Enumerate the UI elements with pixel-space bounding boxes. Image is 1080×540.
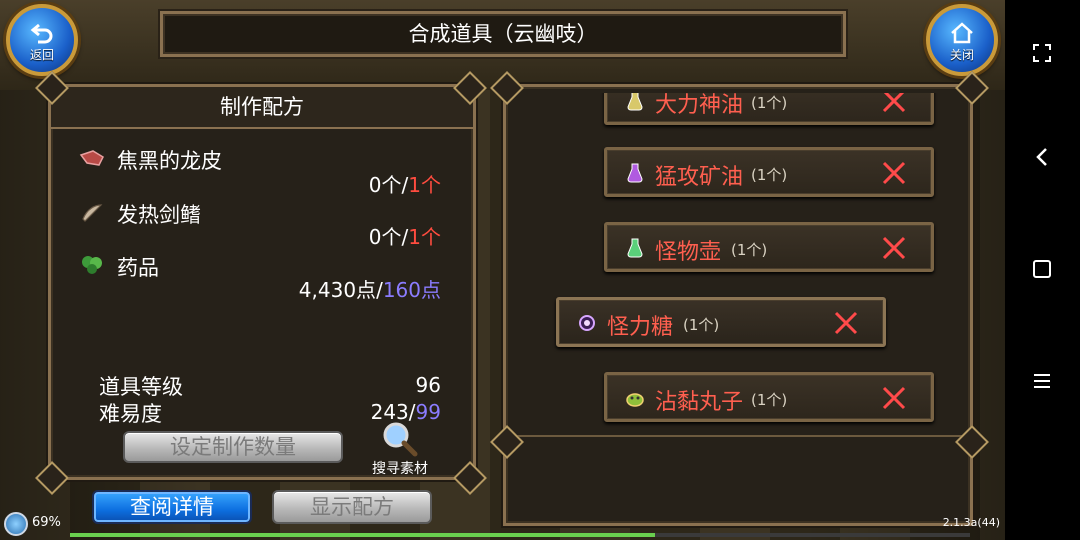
item-level-value: 96	[415, 373, 441, 397]
return-arrow-icon	[10, 22, 74, 48]
ingredient-count: (1个)	[683, 316, 720, 334]
list-item[interactable]: 怪物壶 (1个)	[604, 222, 934, 272]
material-name: 焦黑的龙皮	[117, 149, 222, 173]
material-name: 发热剑鳍	[117, 203, 201, 227]
ingredient-name: 怪力糖	[607, 315, 674, 340]
ingredient-list-panel: 大力神油 (1个) 猛攻矿油 (1个) 怪物壶 (1个) 怪力糖 (1个) 沾黏…	[503, 84, 973, 526]
potion-icon	[627, 163, 643, 183]
menu-nav-button[interactable]	[1027, 366, 1057, 396]
material-sep: /	[376, 278, 383, 302]
sword-fin-icon	[82, 204, 103, 222]
list-item[interactable]: 大力神油 (1个)	[604, 93, 934, 125]
material-need: 1个	[408, 173, 441, 197]
list-item[interactable]: 猛攻矿油 (1个)	[604, 147, 934, 197]
battery-percent: 69%	[32, 515, 61, 530]
system-nav-bar	[1005, 0, 1080, 540]
ingredient-count: (1个)	[751, 166, 788, 184]
show-recipe-button[interactable]: 显示配方	[272, 490, 432, 524]
recipe-heading: 制作配方	[51, 87, 473, 129]
fullscreen-icon	[1033, 44, 1051, 62]
list-item-selected[interactable]: 怪力糖 (1个)	[556, 297, 886, 347]
view-details-button[interactable]: 查阅详情	[92, 490, 252, 524]
ingredient-count: (1个)	[751, 94, 788, 112]
set-quantity-button[interactable]: 设定制作数量	[123, 431, 343, 463]
dragon-hide-icon	[79, 150, 104, 166]
material-need: 1个	[408, 225, 441, 249]
search-materials-label: 搜寻素材	[372, 461, 428, 477]
square-icon	[1033, 260, 1051, 278]
battery-icon	[4, 512, 28, 536]
remove-icon[interactable]	[831, 308, 861, 338]
home-icon	[930, 22, 994, 48]
material-quantity: 4,430点/160点	[299, 274, 441, 303]
remove-icon[interactable]	[879, 233, 909, 263]
ingredient-name: 沾黏丸子	[655, 390, 744, 415]
remove-icon[interactable]	[879, 93, 909, 116]
home-nav-button[interactable]	[1027, 254, 1057, 284]
difficulty-label: 难易度	[99, 402, 162, 426]
material-have: 0个	[368, 225, 402, 249]
herb-icon	[82, 256, 102, 274]
material-name: 药品	[117, 256, 159, 280]
material-quantity: 0个/1个	[369, 221, 441, 250]
material-have: 0个	[368, 173, 402, 197]
ingredient-name: 怪物壶	[655, 240, 722, 265]
close-label: 关闭	[949, 48, 974, 62]
ingredient-count: (1个)	[751, 391, 788, 409]
material-quantity: 0个/1个	[369, 169, 441, 198]
ingredient-name: 猛攻矿油	[655, 165, 744, 190]
material-have: 4,430点	[298, 278, 377, 302]
dumpling-icon	[626, 393, 644, 407]
ingredient-name: 大力神油	[655, 93, 744, 118]
list-item[interactable]: 沾黏丸子 (1个)	[604, 372, 934, 422]
item-level-label: 道具等级	[99, 375, 183, 399]
material-need: 160点	[382, 278, 441, 302]
back-button[interactable]: 返回	[6, 4, 78, 76]
magnifier-icon	[383, 422, 418, 457]
ingredient-count: (1个)	[731, 241, 768, 259]
back-nav-button[interactable]	[1027, 142, 1057, 172]
remove-icon[interactable]	[879, 383, 909, 413]
potion-icon	[627, 93, 643, 111]
experience-bar	[70, 533, 970, 537]
window-title: 合成道具（云幽吱）	[160, 11, 846, 57]
menu-icon	[1034, 374, 1050, 388]
candy-icon	[579, 315, 595, 331]
back-label: 返回	[29, 48, 54, 62]
close-button[interactable]: 关闭	[926, 4, 998, 76]
search-materials-button[interactable]: 搜寻素材	[360, 420, 440, 480]
fullscreen-button[interactable]	[1027, 38, 1057, 68]
chevron-left-icon	[1036, 148, 1047, 166]
version-label: 2.1.3a(44)	[942, 516, 1000, 529]
ingredient-list[interactable]: 大力神油 (1个) 猛攻矿油 (1个) 怪物壶 (1个) 怪力糖 (1个) 沾黏…	[514, 93, 964, 437]
remove-icon[interactable]	[879, 158, 909, 188]
experience-fill	[70, 533, 655, 537]
potion-icon	[627, 238, 643, 258]
